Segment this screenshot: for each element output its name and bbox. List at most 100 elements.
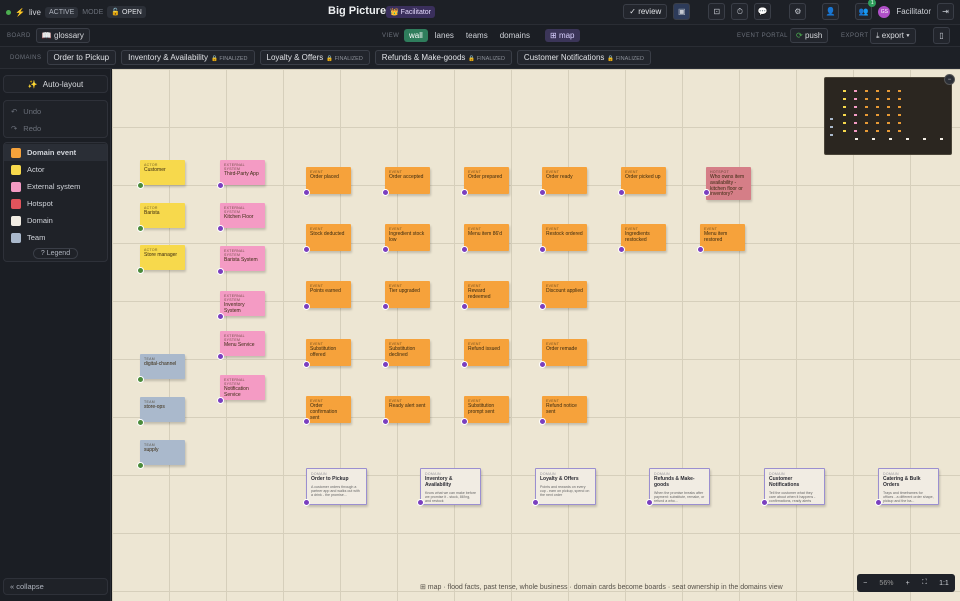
- domain-tab[interactable]: Order to Pickup: [46, 50, 117, 65]
- owner-avatar-marker[interactable]: [697, 246, 704, 253]
- logout-icon[interactable]: ⇥: [937, 3, 954, 20]
- view-domains-tab[interactable]: domains: [495, 29, 535, 42]
- actor-sticky[interactable]: ACTOR Barista: [140, 203, 185, 228]
- view-lanes-tab[interactable]: lanes: [430, 29, 459, 42]
- mode-open-button[interactable]: 🔓 OPEN: [107, 6, 146, 18]
- presentation-icon[interactable]: ▣: [673, 3, 691, 20]
- domain-card[interactable]: DOMAIN Order to Pickup A customer orders t…: [306, 468, 367, 505]
- legend-button[interactable]: ? Legend: [32, 248, 79, 259]
- ev-sticky[interactable]: EVENT Substitution offered: [306, 339, 351, 366]
- ev-sticky[interactable]: EVENT Ingredients restocked: [621, 224, 666, 251]
- owner-avatar-marker[interactable]: [137, 182, 144, 189]
- team-sticky[interactable]: TEAM supply: [140, 440, 185, 465]
- palette-item-domain[interactable]: Domain: [4, 212, 107, 229]
- ev-sticky[interactable]: EVENT Order ready: [542, 167, 587, 194]
- ev-sticky[interactable]: EVENT Ready alert sent: [385, 396, 430, 423]
- ev-sticky[interactable]: EVENT Order accepted: [385, 167, 430, 194]
- owner-avatar-marker[interactable]: [539, 189, 546, 196]
- undo-button[interactable]: ↶ Undo: [4, 103, 107, 120]
- chat-icon[interactable]: 💬: [754, 3, 772, 20]
- owner-avatar-marker[interactable]: [461, 246, 468, 253]
- domain-tab[interactable]: Customer Notifications 🔒 FINALIZED: [516, 50, 651, 65]
- ev-sticky[interactable]: EVENT Points earned: [306, 281, 351, 308]
- zoom-out-button[interactable]: −: [863, 580, 867, 587]
- owner-avatar-marker[interactable]: [761, 499, 768, 506]
- actor-sticky[interactable]: ACTOR Store manager: [140, 245, 185, 270]
- owner-avatar-marker[interactable]: [382, 246, 389, 253]
- owner-avatar-marker[interactable]: [532, 499, 539, 506]
- hot-sticky[interactable]: HOTSPOT Who owns item availability - kitc…: [706, 167, 751, 200]
- zoom-in-button[interactable]: +: [906, 580, 910, 587]
- settings-gear-icon[interactable]: ⚙: [789, 3, 807, 20]
- domain-card[interactable]: DOMAIN Loyalty & Offers Points and rewards…: [535, 468, 596, 505]
- ext-sticky[interactable]: EXTERNAL SYSTEM Notification Service: [220, 375, 265, 400]
- reset-zoom-button[interactable]: 1:1: [939, 580, 949, 587]
- view-wall-tab[interactable]: wall: [404, 29, 428, 42]
- domain-card[interactable]: DOMAIN Refunds & Make-goods When the promi…: [649, 468, 710, 505]
- export-button[interactable]: ⤓ export ▾: [870, 27, 916, 44]
- invite-user-icon[interactable]: 👤: [822, 3, 840, 20]
- ev-sticky[interactable]: EVENT Substitution prompt sent: [464, 396, 509, 423]
- owner-avatar-marker[interactable]: [382, 418, 389, 425]
- ev-sticky[interactable]: EVENT Menu item restored: [700, 224, 745, 251]
- owner-avatar-marker[interactable]: [461, 418, 468, 425]
- glossary-button[interactable]: 📖 glossary: [35, 28, 90, 43]
- owner-avatar-marker[interactable]: [217, 313, 224, 320]
- palette-item-team[interactable]: Team: [4, 229, 107, 246]
- owner-avatar-marker[interactable]: [303, 246, 310, 253]
- user-avatar[interactable]: GS: [878, 5, 891, 18]
- owner-avatar-marker[interactable]: [461, 303, 468, 310]
- ev-sticky[interactable]: EVENT Stock deducted: [306, 224, 351, 251]
- ext-sticky[interactable]: EXTERNAL SYSTEM Inventory System: [220, 291, 265, 316]
- palette-item-hotspot[interactable]: Hotspot: [4, 195, 107, 212]
- owner-avatar-marker[interactable]: [303, 189, 310, 196]
- domain-tab[interactable]: Loyalty & Offers 🔒 FINALIZED: [259, 50, 370, 65]
- palette-item-external-system[interactable]: External system: [4, 178, 107, 195]
- domain-card[interactable]: DOMAIN Inventory & Availability Know what …: [420, 468, 481, 505]
- review-button[interactable]: ✓ review: [623, 4, 668, 19]
- owner-avatar-marker[interactable]: [303, 418, 310, 425]
- owner-avatar-marker[interactable]: [703, 189, 710, 196]
- owner-avatar-marker[interactable]: [137, 462, 144, 469]
- participants-icon[interactable]: 👥 1: [855, 0, 877, 20]
- auto-layout-button[interactable]: ✨ Auto-layout: [3, 75, 108, 93]
- minimap[interactable]: −: [824, 74, 955, 155]
- ev-sticky[interactable]: EVENT Order placed: [306, 167, 351, 194]
- timer-icon[interactable]: ⏱: [731, 3, 749, 20]
- palette-item-actor[interactable]: Actor: [4, 161, 107, 178]
- owner-avatar-marker[interactable]: [217, 182, 224, 189]
- owner-avatar-marker[interactable]: [382, 361, 389, 368]
- ev-sticky[interactable]: EVENT Menu item 86'd: [464, 224, 509, 251]
- owner-avatar-marker[interactable]: [539, 418, 546, 425]
- owner-avatar-marker[interactable]: [618, 246, 625, 253]
- ev-sticky[interactable]: EVENT Discount applied: [542, 281, 587, 308]
- panel-toggle-icon[interactable]: ▯: [933, 27, 950, 44]
- owner-avatar-marker[interactable]: [539, 246, 546, 253]
- owner-avatar-marker[interactable]: [303, 303, 310, 310]
- ev-sticky[interactable]: EVENT Tier upgraded: [385, 281, 430, 308]
- owner-avatar-marker[interactable]: [646, 499, 653, 506]
- domain-tab[interactable]: Refunds & Make-goods 🔒 FINALIZED: [374, 50, 512, 65]
- owner-avatar-marker[interactable]: [461, 361, 468, 368]
- map-button[interactable]: ⊞ map: [545, 29, 580, 42]
- domain-card[interactable]: DOMAIN Customer Notifications Tell the cus…: [764, 468, 825, 505]
- owner-avatar-marker[interactable]: [217, 268, 224, 275]
- actor-sticky[interactable]: ACTOR Customer: [140, 160, 185, 185]
- ext-sticky[interactable]: EXTERNAL SYSTEM Menu Service: [220, 331, 265, 356]
- owner-avatar-marker[interactable]: [539, 361, 546, 368]
- owner-avatar-marker[interactable]: [382, 189, 389, 196]
- owner-avatar-marker[interactable]: [875, 499, 882, 506]
- domain-card[interactable]: DOMAIN Catering & Bulk Orders Trays and ti…: [878, 468, 939, 505]
- ext-sticky[interactable]: EXTERNAL SYSTEM Third-Party App: [220, 160, 265, 185]
- redo-button[interactable]: ↷ Redo: [4, 120, 107, 137]
- share-screen-icon[interactable]: ⊡: [708, 3, 726, 20]
- collapse-button[interactable]: « collapse: [3, 578, 108, 595]
- owner-avatar-marker[interactable]: [137, 376, 144, 383]
- minimap-close-icon[interactable]: −: [944, 74, 955, 85]
- palette-item-domain-event[interactable]: Domain event: [4, 144, 107, 161]
- owner-avatar-marker[interactable]: [137, 419, 144, 426]
- owner-avatar-marker[interactable]: [137, 225, 144, 232]
- view-teams-tab[interactable]: teams: [461, 29, 493, 42]
- ext-sticky[interactable]: EXTERNAL SYSTEM Barista System: [220, 246, 265, 271]
- ev-sticky[interactable]: EVENT Order confirmation sent: [306, 396, 351, 423]
